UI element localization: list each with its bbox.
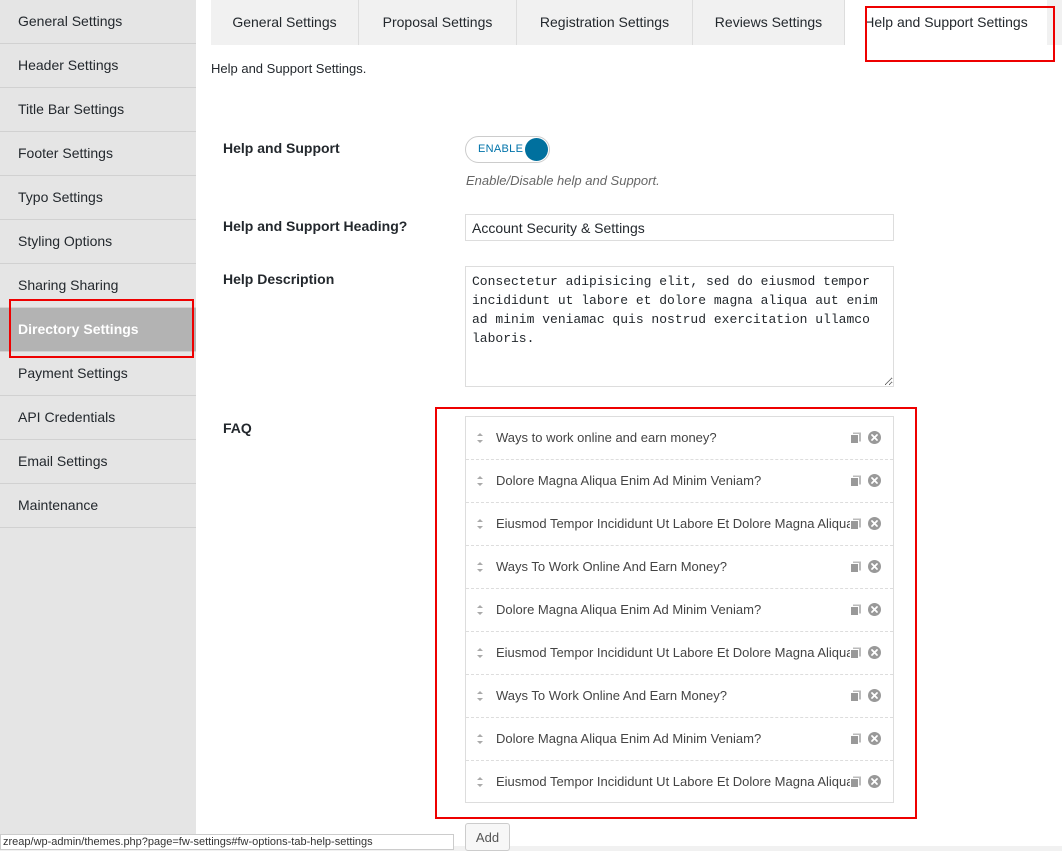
tab-registration-settings[interactable]: Registration Settings: [517, 0, 693, 45]
settings-sidebar: General Settings Header Settings Title B…: [0, 0, 196, 846]
copy-icon[interactable]: [850, 733, 862, 745]
drag-handle-icon[interactable]: [476, 689, 484, 703]
toggle-knob: [525, 138, 548, 161]
faq-item-text: Ways To Work Online And Earn Money?: [496, 559, 727, 574]
tab-help-and-support-settings[interactable]: Help and Support Settings: [845, 0, 1047, 45]
copy-icon[interactable]: [850, 776, 862, 788]
copy-icon[interactable]: [850, 690, 862, 702]
faq-item-text: Ways To Work Online And Earn Money?: [496, 688, 727, 703]
faq-item[interactable]: Dolore Magna Aliqua Enim Ad Minim Veniam…: [466, 589, 893, 632]
browser-status-bar: zreap/wp-admin/themes.php?page=fw-settin…: [0, 834, 454, 850]
sidebar-item-email-settings[interactable]: Email Settings: [0, 440, 196, 484]
copy-icon[interactable]: [850, 647, 862, 659]
toggle-state-label: ENABLE: [478, 143, 524, 155]
heading-label: Help and Support Heading?: [223, 218, 408, 234]
sidebar-item-api-credentials[interactable]: API Credentials: [0, 396, 196, 440]
add-faq-button[interactable]: Add: [465, 823, 510, 851]
sidebar-item-payment-settings[interactable]: Payment Settings: [0, 352, 196, 396]
drag-handle-icon[interactable]: [476, 603, 484, 617]
faq-item-text: Eiusmod Tempor Incididunt Ut Labore Et D…: [496, 516, 861, 531]
remove-icon[interactable]: [868, 603, 881, 616]
copy-icon[interactable]: [850, 432, 862, 444]
sidebar-item-general-settings[interactable]: General Settings: [0, 0, 196, 44]
faq-item[interactable]: Eiusmod Tempor Incididunt Ut Labore Et D…: [466, 761, 893, 804]
remove-icon[interactable]: [868, 474, 881, 487]
help-support-help-text: Enable/Disable help and Support.: [466, 173, 660, 188]
drag-handle-icon[interactable]: [476, 732, 484, 746]
faq-item[interactable]: Eiusmod Tempor Incididunt Ut Labore Et D…: [466, 632, 893, 675]
faq-item[interactable]: Dolore Magna Aliqua Enim Ad Minim Veniam…: [466, 460, 893, 503]
description-label: Help Description: [223, 271, 335, 287]
sidebar-item-typo-settings[interactable]: Typo Settings: [0, 176, 196, 220]
remove-icon[interactable]: [868, 775, 881, 788]
faq-item[interactable]: Ways To Work Online And Earn Money?: [466, 546, 893, 589]
remove-icon[interactable]: [868, 646, 881, 659]
sidebar-item-directory-settings[interactable]: Directory Settings: [0, 308, 196, 352]
faq-item-text: Ways to work online and earn money?: [496, 430, 717, 445]
sidebar-item-sharing-sharing[interactable]: Sharing Sharing: [0, 264, 196, 308]
faq-item-text: Eiusmod Tempor Incididunt Ut Labore Et D…: [496, 645, 861, 660]
faq-item-text: Eiusmod Tempor Incididunt Ut Labore Et D…: [496, 774, 861, 789]
remove-icon[interactable]: [868, 732, 881, 745]
help-support-label: Help and Support: [223, 140, 340, 156]
main-panel: General Settings Proposal Settings Regis…: [196, 0, 1062, 851]
drag-handle-icon[interactable]: [476, 646, 484, 660]
drag-handle-icon[interactable]: [476, 474, 484, 488]
faq-item[interactable]: Dolore Magna Aliqua Enim Ad Minim Veniam…: [466, 718, 893, 761]
sidebar-item-styling-options[interactable]: Styling Options: [0, 220, 196, 264]
copy-icon[interactable]: [850, 604, 862, 616]
sidebar-item-header-settings[interactable]: Header Settings: [0, 44, 196, 88]
heading-input[interactable]: [465, 214, 894, 241]
tab-reviews-settings[interactable]: Reviews Settings: [693, 0, 845, 45]
faq-label: FAQ: [223, 420, 252, 436]
sidebar-item-maintenance[interactable]: Maintenance: [0, 484, 196, 528]
remove-icon[interactable]: [868, 689, 881, 702]
faq-item[interactable]: Ways to work online and earn money?: [466, 417, 893, 460]
settings-tabs: General Settings Proposal Settings Regis…: [211, 0, 1062, 62]
drag-handle-icon[interactable]: [476, 431, 484, 445]
faq-list: Ways to work online and earn money? Dolor…: [465, 416, 894, 803]
copy-icon[interactable]: [850, 475, 862, 487]
copy-icon[interactable]: [850, 518, 862, 530]
drag-handle-icon[interactable]: [476, 517, 484, 531]
copy-icon[interactable]: [850, 561, 862, 573]
drag-handle-icon[interactable]: [476, 560, 484, 574]
faq-item-text: Dolore Magna Aliqua Enim Ad Minim Veniam…: [496, 473, 762, 488]
tab-proposal-settings[interactable]: Proposal Settings: [359, 0, 517, 45]
faq-item-text: Dolore Magna Aliqua Enim Ad Minim Veniam…: [496, 602, 762, 617]
remove-icon[interactable]: [868, 431, 881, 444]
tab-general-settings[interactable]: General Settings: [211, 0, 359, 45]
drag-handle-icon[interactable]: [476, 775, 484, 789]
faq-item-text: Dolore Magna Aliqua Enim Ad Minim Veniam…: [496, 731, 762, 746]
sidebar-item-title-bar-settings[interactable]: Title Bar Settings: [0, 88, 196, 132]
help-support-toggle[interactable]: ENABLE: [465, 136, 550, 163]
remove-icon[interactable]: [868, 560, 881, 573]
sidebar-item-footer-settings[interactable]: Footer Settings: [0, 132, 196, 176]
remove-icon[interactable]: [868, 517, 881, 530]
faq-item[interactable]: Ways To Work Online And Earn Money?: [466, 675, 893, 718]
description-textarea[interactable]: Consectetur adipisicing elit, sed do eiu…: [465, 266, 894, 387]
section-description: Help and Support Settings.: [211, 61, 367, 76]
faq-item[interactable]: Eiusmod Tempor Incididunt Ut Labore Et D…: [466, 503, 893, 546]
